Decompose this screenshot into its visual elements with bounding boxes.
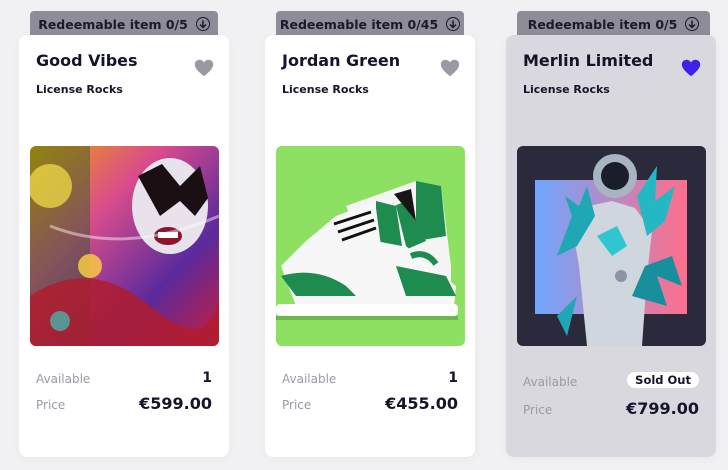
available-label: Available — [523, 375, 578, 389]
heart-icon[interactable] — [193, 57, 215, 79]
heart-icon[interactable] — [439, 57, 461, 79]
price-label: Price — [523, 403, 553, 417]
download-circle-icon[interactable] — [195, 17, 210, 31]
redeemable-tab: Redeemable item 0/5 — [30, 11, 218, 37]
download-circle-icon[interactable] — [685, 17, 700, 31]
price-label: Price — [282, 398, 312, 412]
redeemable-tab: Redeemable item 0/5 — [517, 11, 710, 37]
heart-icon[interactable] — [680, 57, 702, 79]
card-subtitle: License Rocks — [523, 83, 610, 96]
available-value: 1 — [448, 370, 458, 386]
card-subtitle: License Rocks — [36, 83, 123, 96]
redeemable-label: Redeemable item 0/5 — [38, 16, 188, 32]
sold-out-badge: Sold Out — [627, 372, 699, 388]
redeemable-label: Redeemable item 0/45 — [279, 16, 439, 32]
available-label: Available — [282, 372, 337, 386]
price-value: €599.00 — [139, 394, 212, 413]
card-image-crystal-astronaut[interactable] — [517, 146, 706, 346]
card-title[interactable]: Merlin Limited — [523, 51, 653, 70]
redeemable-label: Redeemable item 0/5 — [527, 16, 678, 32]
price-value: €455.00 — [385, 394, 458, 413]
available-value: 1 — [202, 370, 212, 386]
price-value: €799.00 — [626, 399, 699, 418]
price-label: Price — [36, 398, 66, 412]
card-subtitle: License Rocks — [282, 83, 369, 96]
available-label: Available — [36, 372, 91, 386]
card-title[interactable]: Jordan Green — [282, 51, 400, 70]
download-circle-icon[interactable] — [446, 17, 461, 31]
card-image-sneaker[interactable] — [276, 146, 465, 346]
card-image-rock-musician[interactable] — [30, 146, 219, 346]
redeemable-tab: Redeemable item 0/45 — [276, 11, 464, 37]
card-title[interactable]: Good Vibes — [36, 51, 138, 70]
